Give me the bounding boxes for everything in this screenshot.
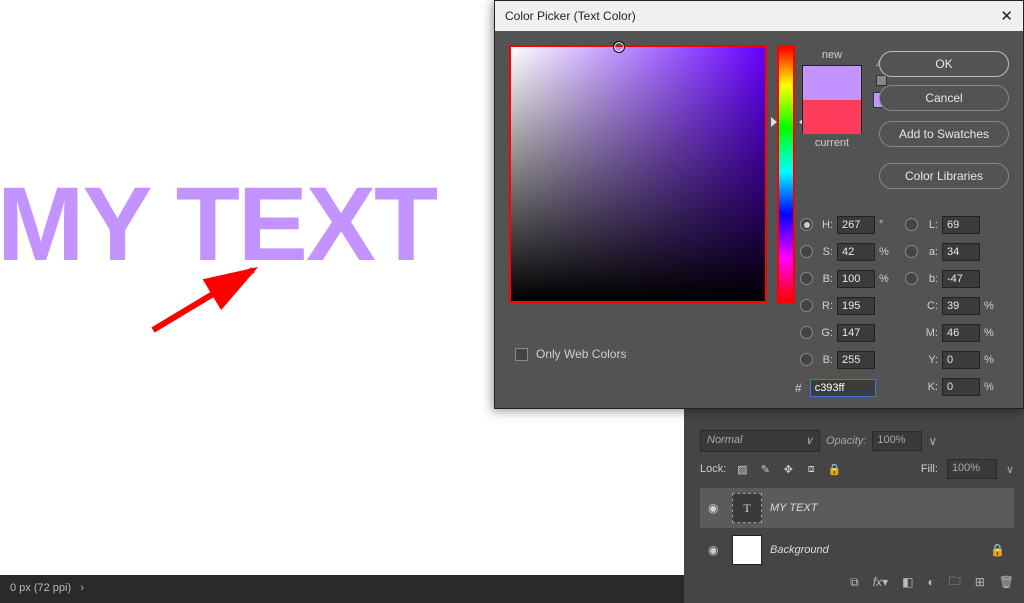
m-input[interactable] (942, 324, 980, 342)
lock-all-icon[interactable]: 🔒 (827, 462, 841, 476)
g-input[interactable] (837, 324, 875, 342)
bv-radio[interactable] (800, 272, 813, 285)
fill-field[interactable]: 100% (947, 459, 997, 479)
dialog-title-bar[interactable]: Color Picker (Text Color) ✕ (495, 1, 1023, 31)
s-input[interactable] (837, 243, 875, 261)
layer-mask-icon[interactable]: ◧ (902, 575, 913, 589)
lock-brush-icon[interactable]: ✎ (758, 462, 772, 476)
cancel-button[interactable]: Cancel (879, 85, 1009, 111)
lock-artboard-icon[interactable]: ⧈ (804, 462, 818, 476)
ok-button[interactable]: OK (879, 51, 1009, 77)
layer-group-icon[interactable]: 🗀 (949, 572, 961, 593)
h-radio[interactable] (800, 218, 813, 231)
b-radio[interactable] (800, 353, 813, 366)
r-input[interactable] (837, 297, 875, 315)
b-input[interactable] (837, 351, 875, 369)
lock-icon[interactable]: 🔒 (990, 543, 1006, 557)
a-radio[interactable] (905, 245, 918, 258)
a-input[interactable] (942, 243, 980, 261)
layer-thumb-text[interactable]: T (732, 493, 762, 523)
c-input[interactable] (942, 297, 980, 315)
h-input[interactable] (837, 216, 875, 234)
link-layers-icon[interactable]: ⧉ (850, 575, 859, 590)
close-icon[interactable]: ✕ (1000, 7, 1013, 25)
layer-name[interactable]: MY TEXT (770, 502, 1006, 514)
lock-label: Lock: (700, 463, 726, 475)
layer-fx-icon[interactable]: fx▾ (873, 575, 888, 589)
new-label: new (822, 49, 842, 61)
bv-input[interactable] (837, 270, 875, 288)
add-to-swatches-button[interactable]: Add to Swatches (879, 121, 1009, 147)
layer-background[interactable]: ◉ Background 🔒 (700, 530, 1014, 570)
adjustment-layer-icon[interactable]: ◐ (927, 575, 934, 589)
saturation-brightness-field[interactable] (509, 45, 767, 303)
k-input[interactable] (942, 378, 980, 396)
hex-label: # (795, 381, 802, 395)
opacity-field[interactable]: 100% (872, 431, 922, 451)
layer-text[interactable]: ◉ T MY TEXT (700, 488, 1014, 528)
fill-label: Fill: (921, 463, 938, 475)
swatch-compare[interactable] (802, 65, 862, 133)
color-picker-dialog: Color Picker (Text Color) ✕ new current … (494, 0, 1024, 409)
layer-name[interactable]: Background (770, 544, 982, 556)
b2-radio[interactable] (905, 272, 918, 285)
layer-thumb-bg[interactable] (732, 535, 762, 565)
opacity-label: Opacity: (826, 435, 866, 447)
r-radio[interactable] (800, 299, 813, 312)
hue-slider[interactable] (777, 45, 795, 303)
color-libraries-button[interactable]: Color Libraries (879, 163, 1009, 189)
l-radio[interactable] (905, 218, 918, 231)
current-color-swatch[interactable] (803, 100, 861, 134)
current-label: current (815, 137, 849, 149)
l-input[interactable] (942, 216, 980, 234)
visibility-icon[interactable]: ◉ (708, 501, 724, 515)
annotation-arrow (141, 262, 271, 342)
new-layer-icon[interactable]: ⊞ (975, 575, 985, 589)
visibility-icon[interactable]: ◉ (708, 543, 724, 557)
g-radio[interactable] (800, 326, 813, 339)
s-radio[interactable] (800, 245, 813, 258)
y-input[interactable] (942, 351, 980, 369)
delete-layer-icon[interactable]: 🗑 (999, 575, 1014, 589)
lock-move-icon[interactable]: ✥ (781, 462, 795, 476)
b2-input[interactable] (942, 270, 980, 288)
lock-transparency-icon[interactable]: ▨ (735, 462, 749, 476)
color-cursor[interactable] (613, 41, 625, 53)
hex-input[interactable] (810, 379, 876, 397)
dialog-title: Color Picker (Text Color) (505, 9, 636, 23)
web-colors-label[interactable]: Only Web Colors (536, 347, 626, 361)
blend-mode-select[interactable]: Normal ∨ (700, 430, 820, 452)
web-colors-checkbox[interactable] (515, 348, 528, 361)
status-bar: 0 px (72 ppi) › (0, 575, 685, 603)
new-color-swatch[interactable] (803, 66, 861, 100)
